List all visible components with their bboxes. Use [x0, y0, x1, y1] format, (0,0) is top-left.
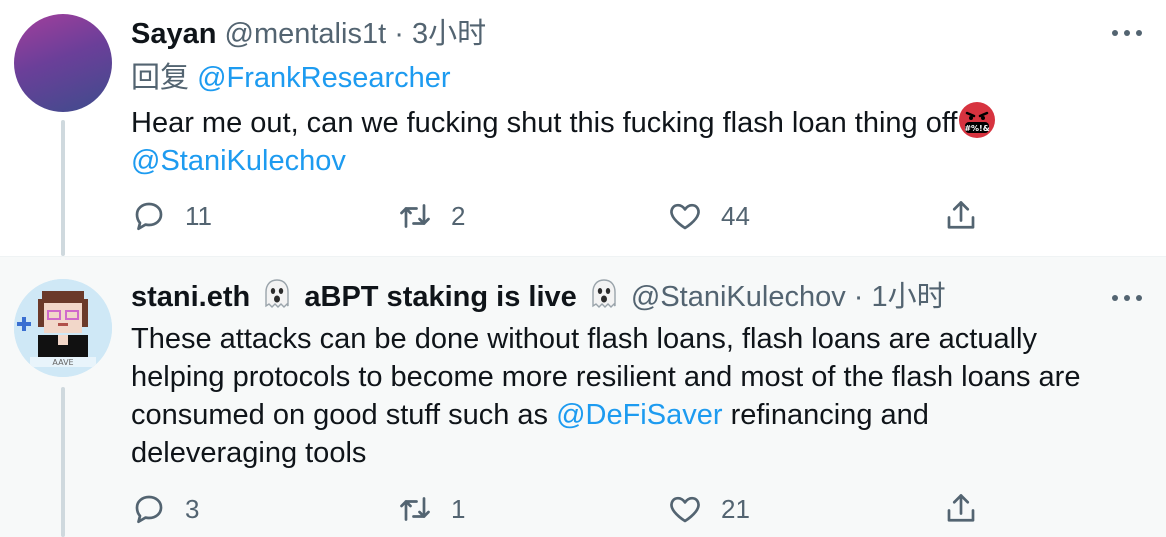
retweet-icon — [400, 204, 430, 228]
more-icon[interactable] — [1112, 293, 1144, 303]
user-handle[interactable]: @StaniKulechov — [631, 281, 846, 313]
thread-line — [61, 387, 65, 537]
like-count: 21 — [721, 493, 750, 524]
tweet-header: stani.eth aBPT staking is live @StaniKul… — [131, 278, 946, 319]
reply-icon — [135, 495, 163, 524]
retweet-count: 2 — [451, 200, 466, 231]
retweet-icon — [400, 497, 430, 521]
tweet-sayan[interactable]: Sayan @mentalis1t · 3小时 回复 @FrankResearc… — [0, 0, 1166, 256]
share-button[interactable] — [943, 196, 979, 236]
share-icon — [947, 494, 975, 522]
reply-context: 回复 @FrankResearcher — [131, 60, 451, 96]
tweet-stani[interactable]: AAVE stani.eth aBPT staking is live @Sta… — [0, 256, 1166, 537]
tweet-text-line: helping protocols to become more resilie… — [131, 361, 1081, 393]
tweet-text-line: deleveraging tools — [131, 437, 367, 469]
reply-prefix: 回复 — [131, 62, 190, 94]
like-icon — [670, 203, 700, 230]
share-button[interactable] — [943, 489, 979, 529]
svg-text:#%!&: #%!& — [965, 124, 990, 133]
pixel-avatar-image: AAVE — [14, 279, 112, 377]
ghost-emoji-icon — [262, 278, 292, 319]
timestamp[interactable]: 1小时 — [872, 281, 946, 313]
display-name[interactable]: Sayan — [131, 18, 216, 50]
reply-icon — [135, 202, 163, 231]
avatar[interactable]: AAVE — [14, 279, 112, 377]
retweet-button[interactable]: 1 — [397, 489, 465, 529]
display-name-suffix[interactable]: aBPT staking is live — [304, 281, 576, 313]
like-button[interactable]: 44 — [667, 196, 750, 236]
retweet-count: 1 — [451, 493, 466, 524]
action-bar: 3 1 21 — [131, 489, 991, 529]
thread-line — [61, 120, 65, 256]
share-icon — [947, 201, 975, 229]
reply-count: 3 — [185, 493, 200, 524]
reply-button[interactable]: 11 — [131, 196, 212, 236]
ghost-emoji-icon — [589, 278, 619, 319]
reply-count: 11 — [185, 200, 212, 231]
user-handle[interactable]: @mentalis1t — [225, 18, 387, 50]
tweet-text-line: These attacks can be done without flash … — [131, 323, 1037, 355]
more-icon[interactable] — [1112, 28, 1144, 38]
tweet-header: Sayan @mentalis1t · 3小时 — [131, 16, 486, 52]
timestamp[interactable]: 3小时 — [412, 18, 486, 50]
tweet-text-line: consumed on good stuff such as @DeFiSave… — [131, 399, 929, 431]
like-button[interactable]: 21 — [667, 489, 750, 529]
mention-link[interactable]: @DeFiSaver — [556, 399, 722, 431]
svg-text:AAVE: AAVE — [52, 358, 73, 367]
like-count: 44 — [721, 200, 750, 231]
tweet-text: These attacks can be done without flash … — [131, 320, 1080, 472]
mention-link[interactable]: @StaniKulechov — [131, 142, 995, 180]
tweet-text: Hear me out, can we fucking shut this fu… — [131, 102, 996, 180]
angry-emoji-icon: #%!& — [959, 102, 996, 138]
action-bar: 11 2 44 — [131, 196, 991, 236]
retweet-button[interactable]: 2 — [397, 196, 465, 236]
separator: · — [853, 281, 864, 313]
avatar[interactable] — [14, 14, 112, 112]
reply-mention-link[interactable]: @FrankResearcher — [197, 62, 450, 94]
tweet-text-line: Hear me out, can we fucking shut this fu… — [131, 107, 958, 139]
like-icon — [670, 496, 700, 523]
separator: · — [394, 18, 404, 50]
display-name[interactable]: stani.eth — [131, 281, 250, 313]
reply-button[interactable]: 3 — [131, 489, 199, 529]
